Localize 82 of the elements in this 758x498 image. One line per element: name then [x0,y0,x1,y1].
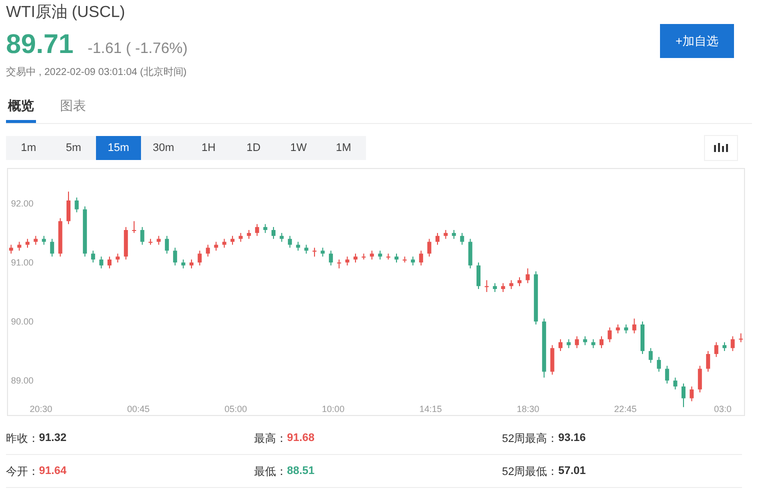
timeframe-button[interactable]: 1D [231,136,276,160]
price-change: -1.61 ( -1.76%) [88,40,188,57]
candlestick [698,365,702,393]
candlestick [656,356,661,372]
x-axis-label: 20:30 [30,404,52,414]
timeframe-button[interactable]: 30m [141,136,186,160]
y-axis-label: 89.00 [11,376,34,386]
last-price: 89.71 [6,29,74,60]
candlestick [574,336,579,349]
candlestick [255,224,260,236]
stat-label: 昨收： [6,432,39,446]
candlestick [476,262,480,290]
timeframe-button[interactable]: 1m [6,136,51,160]
candlestick [74,197,79,213]
stat-value: 91.64 [39,465,67,477]
candlestick [66,191,70,225]
candlestick [673,377,678,390]
timeframe-button[interactable]: 1H [186,136,231,160]
candlestick [558,338,562,352]
candlestick [460,232,464,246]
candlestick [328,250,333,266]
candlestick [312,247,316,258]
y-axis-label: 91.00 [11,257,34,268]
add-watchlist-button[interactable]: +加自选 [660,24,734,58]
candlestick [99,256,104,269]
y-axis-label: 92.00 [11,198,34,208]
candlestick [690,386,694,402]
stat-label: 最低： [254,464,287,478]
tab[interactable]: 概览 [6,97,36,123]
candlestick [337,259,342,269]
stat-value: 93.16 [558,432,586,444]
timeframe-button[interactable]: 1M [321,136,366,160]
x-axis-label: 05:00 [224,404,248,414]
candlestick [468,238,472,269]
tab[interactable]: 图表 [58,97,88,123]
candlestick [206,244,210,258]
candlestick [526,268,530,284]
y-axis-label: 90.00 [11,316,34,327]
candlestick [608,326,612,343]
candlestick [600,336,604,349]
timeframe-button[interactable]: 15m [96,136,141,160]
stat-label: 最高： [254,432,287,446]
candlestick [632,318,636,334]
x-axis-label: 14:15 [419,404,442,414]
instrument-title: WTI原油 (USCL) [6,2,126,23]
x-axis-label: 18:30 [516,404,540,414]
stat-value: 57.01 [558,465,586,477]
stat-label: 52周最低： [502,464,558,478]
candlestick [648,348,653,364]
stat-label: 今开： [6,464,39,478]
stat-label: 52周最高： [502,432,558,446]
x-axis-label: 10:00 [322,404,344,414]
stat-value: 91.32 [39,432,67,444]
candlestick [272,226,276,240]
candlestick [730,336,735,352]
candlestick [714,342,718,358]
x-axis-label: 03:0 [714,404,732,414]
x-axis-label: 00:45 [127,404,150,414]
candlestick [706,350,710,372]
candlestick [682,383,686,408]
candlestick [427,238,432,258]
stat-value: 91.68 [287,432,315,444]
candlestick [550,344,554,376]
stat-value: 88.51 [287,465,315,477]
candlestick [91,250,96,263]
candlestick [50,238,54,258]
candlestick [108,256,112,269]
trading-status: 交易中 , 2022-02-09 03:01:04 (北京时间) [6,66,188,79]
candlestick [288,235,292,248]
candlestick [436,232,440,246]
candlestick [665,365,670,384]
x-axis-label: 22:45 [614,404,637,414]
candlestick [198,250,202,266]
timeframe-button[interactable]: 1W [276,136,321,160]
candlestick [419,250,424,266]
candlestick [132,220,136,234]
candlestick [173,247,178,266]
candlestick-chart-button[interactable] [704,135,738,161]
candlestick [484,280,489,292]
timeframe-button[interactable]: 5m [51,136,96,160]
candlestick [164,235,169,254]
candlestick [140,226,144,246]
